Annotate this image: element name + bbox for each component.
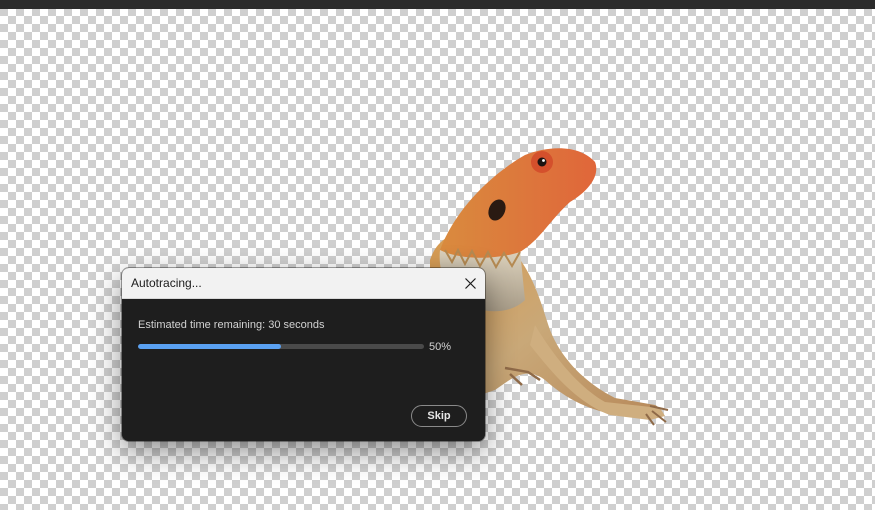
progress-bar-fill bbox=[138, 344, 281, 349]
dialog-titlebar: Autotracing... bbox=[122, 268, 485, 299]
time-remaining-text: Estimated time remaining: 30 seconds bbox=[138, 319, 325, 331]
progress-bar bbox=[138, 344, 424, 349]
dialog-title: Autotracing... bbox=[131, 276, 202, 290]
dialog-body: Estimated time remaining: 30 seconds 50%… bbox=[122, 299, 485, 441]
top-toolbar-edge bbox=[0, 0, 875, 9]
progress-percent-label: 50% bbox=[429, 341, 452, 353]
skip-button[interactable]: Skip bbox=[411, 405, 467, 427]
close-icon bbox=[464, 277, 476, 289]
close-button[interactable] bbox=[455, 268, 485, 298]
autotracing-dialog: Autotracing... Estimated time remaining:… bbox=[122, 268, 485, 441]
